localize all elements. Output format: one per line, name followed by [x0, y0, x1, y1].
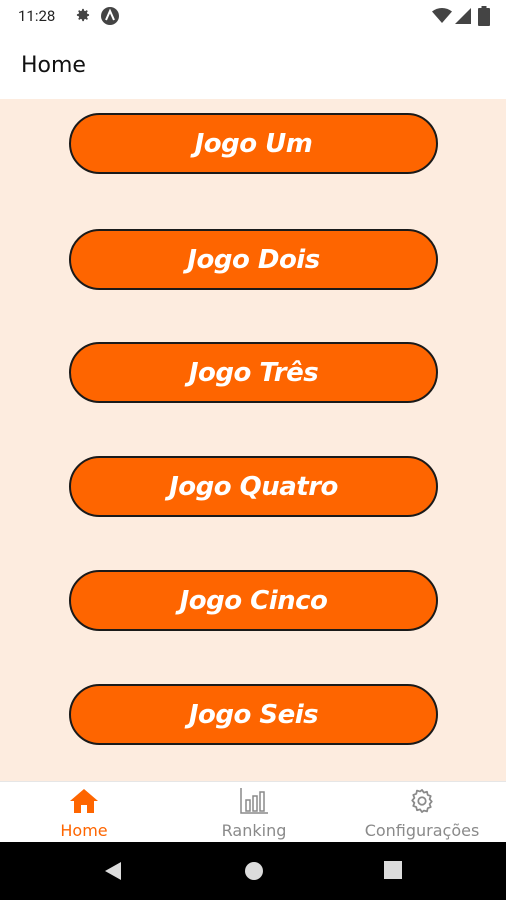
- button-label: Jogo Um: [194, 128, 313, 159]
- gear-icon: [74, 6, 92, 29]
- system-nav-bar: [0, 842, 506, 900]
- nav-item-home[interactable]: Home: [44, 782, 124, 843]
- button-label: Jogo Seis: [188, 699, 319, 730]
- bar-chart-icon: [239, 782, 269, 820]
- button-label: Jogo Quatro: [169, 471, 338, 502]
- home-icon: [69, 782, 99, 820]
- button-label: Jogo Três: [188, 357, 319, 388]
- nav-label: Configurações: [364, 821, 480, 840]
- signal-icon: [455, 8, 471, 29]
- back-icon[interactable]: [103, 861, 123, 886]
- jogo-seis-button[interactable]: Jogo Seis: [69, 684, 438, 745]
- jogo-um-button[interactable]: Jogo Um: [69, 113, 438, 174]
- wifi-icon: [432, 8, 452, 29]
- bottom-nav: Home Ranking Configurações: [0, 781, 506, 842]
- page-title: Home: [21, 53, 86, 78]
- gear-icon: [407, 782, 437, 820]
- nav-item-ranking[interactable]: Ranking: [204, 782, 304, 843]
- jogo-dois-button[interactable]: Jogo Dois: [69, 229, 438, 290]
- app-bar: Home: [0, 32, 506, 99]
- status-bar: 11:28: [0, 0, 506, 32]
- status-time: 11:28: [18, 7, 56, 25]
- button-label: Jogo Dois: [187, 244, 320, 275]
- game-list: Jogo Um Jogo Dois Jogo Três Jogo Quatro …: [0, 99, 506, 781]
- button-label: Jogo Cinco: [179, 585, 328, 616]
- jogo-tres-button[interactable]: Jogo Três: [69, 342, 438, 403]
- jogo-quatro-button[interactable]: Jogo Quatro: [69, 456, 438, 517]
- recents-icon[interactable]: [384, 861, 402, 884]
- nav-item-configuracoes[interactable]: Configurações: [356, 782, 488, 843]
- nav-label: Home: [60, 821, 108, 840]
- jogo-cinco-button[interactable]: Jogo Cinco: [69, 570, 438, 631]
- home-circle-icon[interactable]: [244, 861, 264, 886]
- a-icon: [100, 6, 120, 31]
- battery-icon: [478, 6, 490, 31]
- nav-label: Ranking: [221, 821, 287, 840]
